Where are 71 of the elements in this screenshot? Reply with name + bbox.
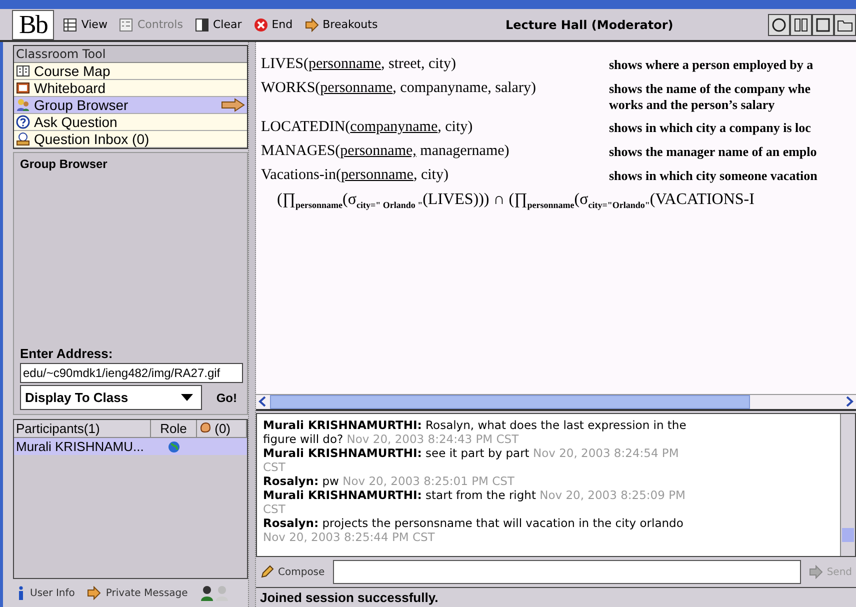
caret-icon <box>181 394 194 402</box>
pencil-icon <box>260 565 274 579</box>
people-icon <box>200 585 230 601</box>
relation-schema: WORKS(personname, companyname, salary) <box>261 79 537 98</box>
tool-item[interactable]: Ask Question <box>14 114 247 131</box>
info-icon <box>17 586 25 600</box>
relation-description: shows the name of the company whe works and the person’s salary <box>609 80 812 113</box>
toolbar-button[interactable]: Clear <box>192 16 245 34</box>
display-dropdown[interactable]: Display To Class <box>20 385 202 410</box>
close-icon <box>254 18 268 32</box>
chat-message: Rosalyn: projects the personsname that will vacation in the city orlando Nov 20, 2003 8:25:44 PM CST <box>263 516 684 544</box>
address-field[interactable]: edu/~c90mdk1/ieng482/img/RA27.gif <box>20 363 243 383</box>
column-header[interactable]: (0) <box>197 420 247 438</box>
book-icon <box>16 64 30 78</box>
user-info-button[interactable]: User Info <box>17 586 75 600</box>
help-icon <box>16 115 30 129</box>
relation-description: shows where a person employed by a <box>609 56 814 74</box>
list-icon <box>119 18 134 32</box>
toolbar-button[interactable]: Breakouts <box>302 16 381 34</box>
toolbar-button[interactable]: End <box>250 16 296 34</box>
logo: Bb <box>12 10 54 40</box>
participant-name: Murali KRISHNAMU... <box>15 438 145 455</box>
board-icon <box>16 81 30 95</box>
relation-description: shows in which city a company is loc <box>609 119 812 137</box>
participant-row[interactable]: Murali KRISHNAMU... <box>14 438 247 455</box>
toolbar-button[interactable]: View <box>60 16 110 34</box>
square-icon <box>815 16 831 32</box>
view-mode-button[interactable] <box>812 14 834 36</box>
go-button[interactable]: Go! <box>210 390 243 406</box>
panel-header: Classroom Tool <box>14 46 247 63</box>
column-header[interactable]: Participants(1) <box>14 420 151 438</box>
chat-message: Murali KRISHNAMURTHI: start from the right Nov 20, 2003 8:25:09 PM CST <box>263 488 686 516</box>
message-field[interactable] <box>332 560 801 584</box>
page-icon <box>194 18 209 32</box>
group-title: Group Browser <box>20 157 108 171</box>
relation-schema: MANAGES(personname, managername) <box>261 142 510 161</box>
scroll-thumb[interactable] <box>270 395 750 409</box>
relation-schema: Vacations-in(personname, city) <box>261 166 450 185</box>
relation-description: shows the manager name of an emplo <box>609 143 818 161</box>
people-icon <box>16 98 30 112</box>
vertical-scrollbar[interactable] <box>840 414 855 556</box>
arrow-icon <box>221 98 245 112</box>
view-mode-button[interactable] <box>790 14 812 36</box>
tool-item[interactable]: Group Browser <box>14 97 247 114</box>
tool-item[interactable]: Course Map <box>14 63 247 80</box>
splitter-handle[interactable] <box>248 42 256 607</box>
arrow-icon <box>808 565 823 579</box>
chat-message: Rosalyn: pw Nov 20, 2003 8:25:01 PM CST <box>263 474 516 488</box>
view-mode-button[interactable] <box>834 14 856 36</box>
circle-icon <box>771 16 787 32</box>
relation-schema: LOCATEDIN(companyname, city) <box>261 118 474 137</box>
compose-button[interactable]: Compose <box>256 563 329 581</box>
field-label: Enter Address: <box>20 346 114 361</box>
column-header[interactable]: Role <box>151 420 197 438</box>
horizontal-scrollbar[interactable] <box>256 394 856 409</box>
tool-item[interactable]: Question Inbox (0) <box>14 131 247 148</box>
algebra-expression: (∏$_{personname}$(σ$_{city=" Orlando "}$(LIVES))) ∩ (∏$_{personname}$(σ$_{city="Orlando"}$(VACATIONS-I <box>277 191 756 210</box>
grid-icon <box>63 18 78 32</box>
columns-icon <box>793 16 809 32</box>
relation-description: shows in which city someone vacation <box>609 167 818 185</box>
globe-icon <box>168 440 180 452</box>
view-mode-button[interactable] <box>768 14 790 36</box>
private-message-button[interactable]: Private Message <box>86 586 188 600</box>
window-title: Lecture Hall (Moderator) <box>504 18 674 32</box>
chat-message: Murali KRISHNAMURTHI: see it part by part Nov 20, 2003 8:24:54 PM CST <box>263 446 680 474</box>
status-bar: Joined session successfully. <box>256 587 856 607</box>
chat-message: Murali KRISHNAMURTHI: Rosalyn, what does the last expression in the figure will do? Nov 20, 2003 8:24:43 PM CST <box>263 418 688 446</box>
arrow-icon <box>86 586 101 600</box>
inbox-icon <box>16 132 30 146</box>
relation-schema: LIVES(personname, street, city) <box>261 55 457 74</box>
arrow-icon <box>304 18 319 32</box>
